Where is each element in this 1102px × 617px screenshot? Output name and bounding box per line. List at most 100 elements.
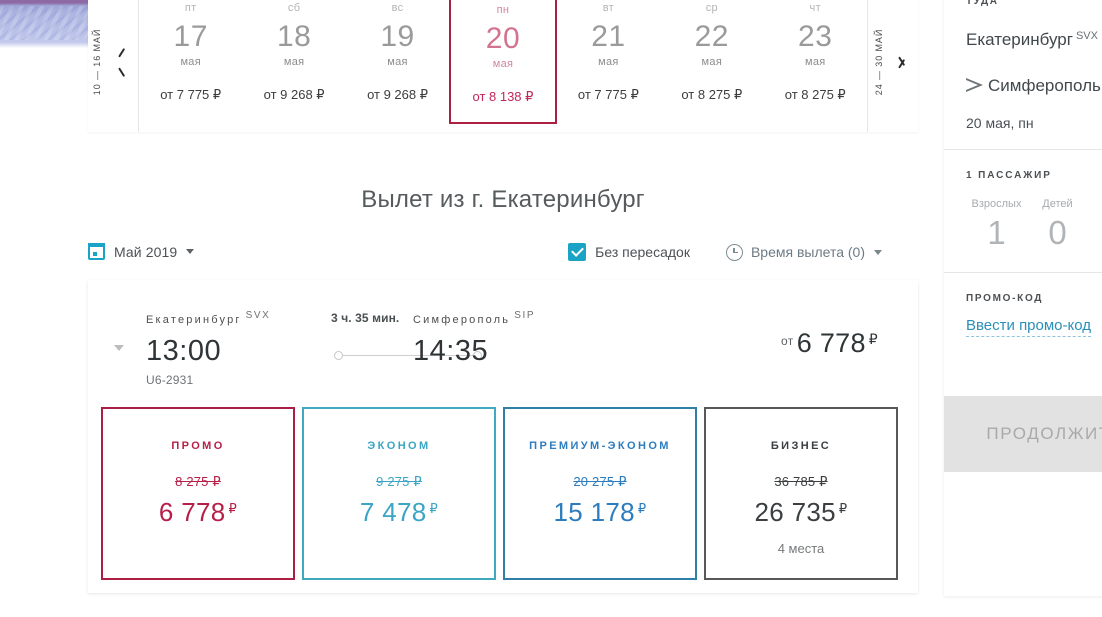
date-cell-day: 22 (694, 20, 729, 53)
date-cell-weekday: вс (391, 2, 404, 14)
trip-origin-row: Екатеринбург SVX (966, 23, 1098, 53)
date-cell[interactable]: ср 22 мая от 8 275 ₽ (660, 0, 763, 132)
date-cell-weekday: чт (809, 2, 821, 14)
passenger-adults-value: 1 (987, 214, 1006, 251)
departure-leg: Екатеринбург SVX 13:00 U6-2931 (146, 310, 270, 387)
date-cell-day: 17 (173, 20, 208, 53)
date-cell-day: 19 (380, 20, 415, 53)
next-week-button[interactable]: 24 — 30 МАЙ (867, 0, 918, 132)
filter-bar: Май 2019 Без пересадок Время вылета (0) (88, 243, 918, 273)
date-cell[interactable]: сб 18 мая от 9 268 ₽ (242, 0, 345, 132)
date-cell-price: от 8 275 ₽ (784, 87, 846, 102)
direct-flights-label: Без пересадок (595, 244, 690, 260)
checkbox-checked-icon (568, 243, 587, 261)
date-cell-month: мая (180, 56, 201, 68)
departure-time: 13:00 (146, 335, 222, 367)
arrival-time: 14:35 (413, 335, 489, 367)
departure-time-filter[interactable]: Время вылета (0) (725, 243, 882, 261)
passenger-adults: Взрослых 1 (966, 198, 1027, 254)
price-value: 6 778 (796, 328, 866, 358)
date-cell[interactable]: чт 23 мая от 8 275 ₽ (764, 0, 867, 132)
trip-destination-city: Симферополь (988, 76, 1101, 95)
continue-button-label: ПРОДОЛЖИТЬ (986, 424, 1102, 443)
promo-code-section: ПРОМО-КОД Ввести промо-код (944, 273, 1102, 337)
fare-old-price: 9 275 ₽ (376, 474, 422, 489)
next-week-label: 24 — 30 МАЙ (874, 28, 884, 96)
prev-week-button[interactable]: 10 — 16 МАЙ (88, 0, 139, 132)
chevron-left-icon (115, 51, 128, 73)
fare-name: ПРЕМИУМ-ЭКОНОМ (529, 440, 671, 452)
clock-icon (725, 243, 743, 261)
date-cell-price: от 8 275 ₽ (681, 87, 743, 102)
expand-details-chevron-down-icon[interactable] (114, 345, 124, 351)
date-cell-weekday: пн (496, 4, 510, 16)
promo-code-title: ПРОМО-КОД (966, 293, 1044, 304)
plane-icon (966, 78, 983, 92)
currency-symbol: ₽ (868, 331, 878, 347)
date-price-strip: 10 — 16 МАЙ пт 17 мая от 7 775 ₽ сб 18 м… (88, 0, 918, 132)
fare-new-price: 26 735 ₽ (706, 497, 896, 528)
passenger-counters: Взрослых 1 Детей 0 (966, 198, 1088, 254)
date-cell-month: мая (492, 58, 514, 70)
passenger-children-value: 0 (1048, 214, 1067, 251)
chevron-right-icon (895, 51, 908, 73)
currency-symbol: ₽ (838, 501, 848, 516)
flight-result-card: Екатеринбург SVX 13:00 U6-2931 3 ч. 35 ми… (88, 280, 918, 593)
departure-time-label: Время вылета (0) (750, 244, 865, 260)
passenger-adults-label: Взрослых (971, 198, 1022, 210)
flight-duration: 3 ч. 35 мин. (331, 311, 400, 325)
filter-controls: Без пересадок Время вылета (0) (568, 243, 882, 261)
fare-new-price: 7 478 ₽ (304, 497, 494, 528)
trip-destination-row: СимферопольSIP (966, 69, 1101, 99)
arrival-leg: Симферополь SIP 14:35 (413, 310, 535, 368)
direct-flights-checkbox[interactable]: Без пересадок (568, 243, 690, 261)
departure-iata: SVX (245, 310, 271, 321)
month-selector[interactable]: Май 2019 (88, 243, 195, 260)
date-cells: пт 17 мая от 7 775 ₽ сб 18 мая от 9 268 … (139, 0, 867, 132)
flight-route-row: Екатеринбург SVX 13:00 U6-2931 3 ч. 35 ми… (88, 280, 918, 400)
flight-number: U6-2931 (146, 373, 194, 387)
date-cell[interactable]: пт 17 мая от 7 775 ₽ (139, 0, 242, 132)
date-cell-month: мая (804, 56, 826, 68)
date-cell[interactable]: вс 19 мая от 9 268 ₽ (346, 0, 449, 132)
month-selector-label: Май 2019 (114, 243, 178, 260)
trip-direction-label: ТУДА (966, 0, 999, 7)
currency-symbol: ₽ (637, 501, 647, 516)
date-cell-selected[interactable]: пн 20 мая от 8 138 ₽ (449, 0, 557, 124)
date-cell-day: 20 (485, 22, 521, 55)
date-cell-price: от 9 268 ₽ (367, 87, 429, 102)
price-from-prefix: от (780, 334, 794, 348)
passengers-section[interactable]: 1 ПАССАЖИР Взрослых 1 Детей 0 (944, 150, 1102, 254)
enter-promo-code-link[interactable]: Ввести промо-код (966, 317, 1092, 337)
fare-new-price: 6 778 ₽ (103, 497, 293, 528)
flight-min-price: от 6 778 ₽ (781, 328, 878, 359)
fare-old-price: 20 275 ₽ (573, 474, 627, 489)
date-cell-weekday: пт (184, 2, 197, 14)
fare-old-price: 8 275 ₽ (175, 474, 221, 489)
booking-summary-sidebar: ТУДА ЕкатеринбургSVX СимферопольSIP 20 м… (944, 0, 1102, 596)
trip-origin-city: Екатеринбург (966, 30, 1073, 49)
date-cell-price: от 7 775 ₽ (160, 87, 222, 102)
calendar-icon (88, 243, 105, 260)
date-cell-day: 18 (276, 20, 312, 53)
fare-name: БИЗНЕС (770, 440, 832, 452)
fare-price-value: 26 735 (754, 497, 836, 527)
date-cell-price: от 8 138 ₽ (472, 89, 534, 104)
fare-name: ПРОМО (171, 440, 225, 452)
departure-city-row: Екатеринбург SVX (146, 310, 270, 328)
fare-tile-promo[interactable]: ПРОМО 8 275 ₽ 6 778 ₽ (101, 407, 295, 580)
fare-tile-business[interactable]: БИЗНЕС 36 785 ₽ 26 735 ₽ 4 места (704, 407, 898, 580)
trip-origin-iata: SVX (1075, 30, 1098, 42)
fare-tile-premium-econom[interactable]: ПРЕМИУМ-ЭКОНОМ 20 275 ₽ 15 178 ₽ (503, 407, 697, 580)
fare-tile-econom[interactable]: ЭКОНОМ 9 275 ₽ 7 478 ₽ (302, 407, 496, 580)
page-title: Вылет из г. Екатеринбург (361, 186, 645, 213)
date-cell[interactable]: вт 21 мая от 7 775 ₽ (557, 0, 660, 132)
chevron-down-icon (874, 249, 882, 255)
trip-summary-section: ТУДА ЕкатеринбургSVX СимферопольSIP 20 м… (944, 0, 1102, 131)
fare-name: ЭКОНОМ (367, 440, 431, 452)
date-cell-weekday: сб (287, 2, 301, 14)
date-cell-price: от 7 775 ₽ (577, 87, 639, 102)
continue-button[interactable]: ПРОДОЛЖИТЬ (944, 396, 1102, 472)
departure-city: Екатеринбург (146, 314, 242, 326)
date-cell-day: 23 (798, 20, 833, 53)
